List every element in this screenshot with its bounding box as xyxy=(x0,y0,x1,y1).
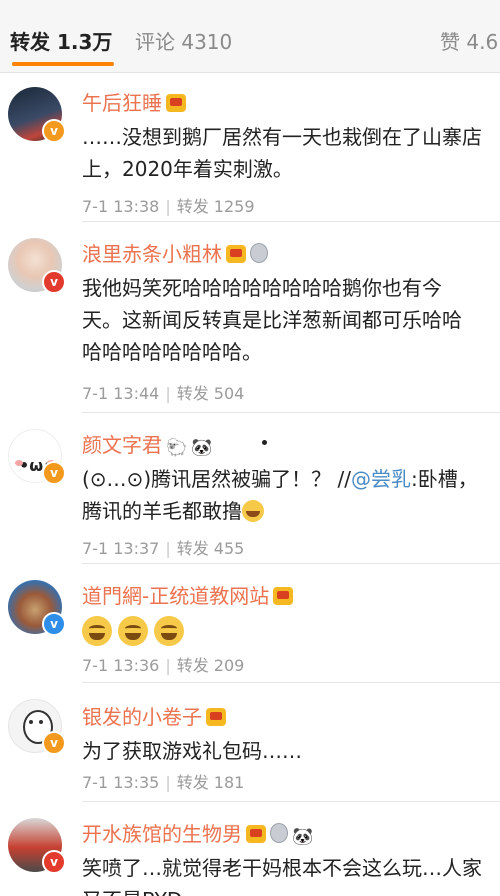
tab-like[interactable]: 赞 4.6 xyxy=(440,26,498,55)
timestamp: 7-1 13:35 xyxy=(82,773,160,792)
comment-meta: 7-1 13:37 | 转发 455 xyxy=(82,539,245,558)
comment-text xyxy=(82,616,500,656)
username[interactable]: 银发的小卷子 xyxy=(82,705,202,729)
divider xyxy=(82,563,500,564)
crown-badge-icon xyxy=(246,825,266,843)
avatar[interactable]: v xyxy=(8,87,66,143)
verified-badge-icon: v xyxy=(42,731,66,755)
repost-count[interactable]: 转发 181 xyxy=(177,773,245,792)
comment-text: 笑喷了…就觉得老干妈根本不会这么玩…人家 又不是BYD xyxy=(82,856,482,896)
repost-count[interactable]: 转发 455 xyxy=(177,539,245,558)
comment-meta: 7-1 13:38 | 转发 1259 xyxy=(82,197,255,216)
panda-badge-icon: 🐼 xyxy=(292,827,314,847)
username[interactable]: 午后狂睡 xyxy=(82,91,162,115)
comment-text: (⊙…⊙)腾讯居然被骗了！？ //@尝乳:卧槽， 腾讯的羊毛都敢撸 xyxy=(82,467,478,523)
comment-meta: 7-1 13:44 | 转发 504 xyxy=(82,384,245,403)
username[interactable]: 道門網-正统道教网站 xyxy=(82,584,269,608)
avatar[interactable]: •ω• v xyxy=(8,429,66,485)
active-tab-indicator xyxy=(12,62,114,66)
verified-badge-icon: v xyxy=(42,850,66,874)
verified-badge-icon: v xyxy=(42,119,66,143)
repost-count[interactable]: 转发 209 xyxy=(177,656,245,675)
verified-badge-icon: v xyxy=(42,612,66,636)
verified-badge-icon: v xyxy=(42,270,66,294)
divider xyxy=(82,221,500,222)
tab-repost[interactable]: 转发 1.3万 xyxy=(10,26,112,55)
timestamp: 7-1 13:38 xyxy=(82,197,160,216)
sheep-badge-icon: 🐑 xyxy=(166,438,188,458)
avatar[interactable]: v xyxy=(8,818,66,874)
list-item: •ω• v 颜文字君 🐑 🐼 (⊙…⊙)腾讯居然被骗了！？ //@尝乳:卧槽， 腾讯… xyxy=(0,415,500,565)
timestamp: 7-1 13:37 xyxy=(82,539,160,558)
timestamp: 7-1 13:44 xyxy=(82,384,160,403)
list-item: v 浪里赤条小粗林 我他妈笑死哈哈哈哈哈哈哈哈鹅你也有今 天。这新闻反转真是比洋… xyxy=(0,224,500,414)
username[interactable]: 颜文字君 xyxy=(82,433,162,457)
comment-meta: 7-1 13:36 | 转发 209 xyxy=(82,656,245,675)
username[interactable]: 浪里赤条小粗林 xyxy=(82,242,222,266)
laugh-emoji-icon xyxy=(242,500,264,522)
crown-badge-icon xyxy=(226,245,246,263)
timestamp: 7-1 13:36 xyxy=(82,656,160,675)
avatar[interactable]: v xyxy=(8,580,66,636)
verified-badge-icon: v xyxy=(42,461,66,485)
repost-count[interactable]: 转发 1259 xyxy=(177,197,255,216)
happy-emoji-icon xyxy=(82,616,112,646)
comment-text: ……没想到鹅厂居然有一天也栽倒在了山寨店 上，2020年着实刺激。 xyxy=(82,125,482,181)
divider xyxy=(82,801,500,802)
crown-badge-icon xyxy=(273,587,294,605)
divider xyxy=(82,412,500,413)
crown-badge-icon xyxy=(206,708,226,726)
medal-badge-icon xyxy=(250,243,268,263)
happy-emoji-icon xyxy=(154,616,184,646)
repost-count[interactable]: 转发 504 xyxy=(177,384,245,403)
list-item: v 开水族馆的生物男 🐼 笑喷了…就觉得老干妈根本不会这么玩…人家 又不是BYD xyxy=(0,804,500,896)
list-item: v 午后狂睡 ……没想到鹅厂居然有一天也栽倒在了山寨店 上，2020年着实刺激。… xyxy=(0,73,500,223)
list-item: v 道門網-正统道教网站 7-1 13:36 | 转发 209 xyxy=(0,566,500,684)
happy-emoji-icon xyxy=(118,616,148,646)
stray-dot xyxy=(262,440,267,445)
tab-bar: 转发 1.3万 评论 4310 赞 4.6 xyxy=(0,0,500,73)
avatar[interactable]: v xyxy=(8,699,66,755)
avatar[interactable]: v xyxy=(8,238,66,294)
comment-text: 我他妈笑死哈哈哈哈哈哈哈哈鹅你也有今 天。这新闻反转真是比洋葱新闻都可乐哈哈 哈… xyxy=(82,276,462,364)
panda-badge-icon: 🐼 xyxy=(191,438,213,458)
username[interactable]: 开水族馆的生物男 xyxy=(82,822,242,846)
comment-text: 为了获取游戏礼包码…… xyxy=(82,739,302,763)
crown-badge-icon xyxy=(166,94,186,112)
comment-meta: 7-1 13:35 | 转发 181 xyxy=(82,773,245,792)
mention-link[interactable]: @尝乳 xyxy=(351,467,411,491)
medal-badge-icon xyxy=(270,823,288,843)
divider xyxy=(82,682,500,683)
tab-comment[interactable]: 评论 4310 xyxy=(135,26,232,55)
list-item: v 银发的小卷子 为了获取游戏礼包码…… 7-1 13:35 | 转发 181 xyxy=(0,685,500,803)
